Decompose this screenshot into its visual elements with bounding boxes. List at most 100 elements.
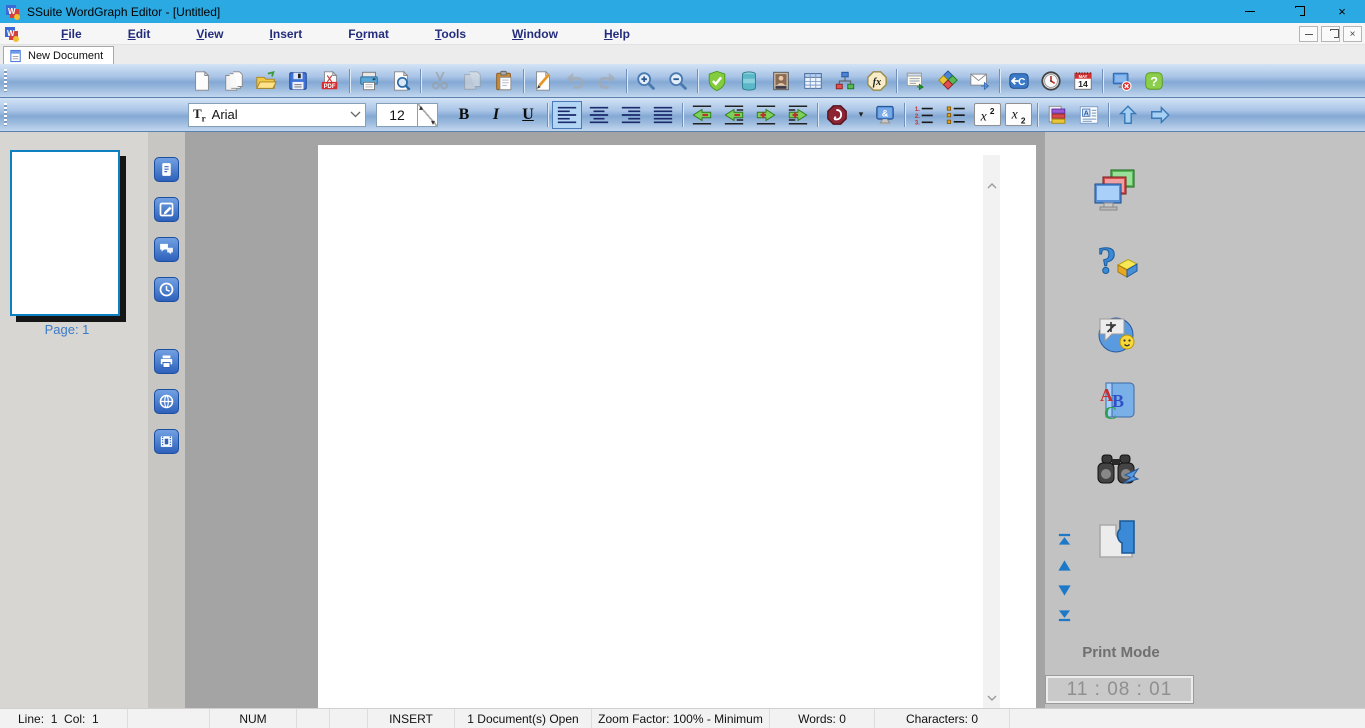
restore-button[interactable] <box>1273 0 1319 23</box>
panel-edit-button[interactable] <box>154 197 179 222</box>
close-document-button[interactable] <box>1108 68 1136 94</box>
scroll-bottom-button[interactable] <box>1056 607 1072 623</box>
toolbar-separator <box>817 102 819 127</box>
open-button[interactable] <box>252 68 280 94</box>
print-preview-icon <box>390 70 412 92</box>
paste-button[interactable] <box>490 68 518 94</box>
zoom-in-icon <box>635 70 657 92</box>
go-to-button[interactable]: C <box>1005 68 1033 94</box>
mdi-close-button[interactable]: × <box>1343 26 1362 42</box>
send-email-button[interactable] <box>966 68 994 94</box>
close-button[interactable]: × <box>1319 0 1365 23</box>
menu-file[interactable]: File <box>38 27 105 41</box>
database-button[interactable] <box>735 68 763 94</box>
minimize-button[interactable] <box>1227 0 1273 23</box>
page-next-button[interactable] <box>1146 102 1174 128</box>
subscript-button[interactable]: x2 <box>1005 103 1032 126</box>
highlight-button[interactable] <box>1043 102 1071 128</box>
increase-indent-paragraph-button[interactable] <box>784 102 812 128</box>
scrollbar-up-arrow[interactable] <box>983 177 1000 194</box>
insert-time-button[interactable] <box>1037 68 1065 94</box>
status-cell-6: 1 Document(s) Open <box>455 709 592 728</box>
page-thumbnail[interactable] <box>10 150 120 316</box>
switch-screens-button[interactable] <box>1090 165 1142 217</box>
help-about-button[interactable]: ? <box>1090 235 1142 287</box>
panel-document-button[interactable] <box>154 157 179 182</box>
special-characters-button[interactable]: & <box>871 102 899 128</box>
document-page[interactable] <box>318 145 1036 708</box>
align-right-button[interactable] <box>617 102 645 128</box>
font-size-input[interactable]: 12 <box>376 102 418 127</box>
scroll-top-button[interactable] <box>1056 531 1072 547</box>
redo-button[interactable] <box>593 68 621 94</box>
status-cell-2: NUM <box>210 709 297 728</box>
panel-web-button[interactable] <box>154 389 179 414</box>
scrollbar-down-arrow[interactable] <box>983 689 1000 706</box>
menu-view[interactable]: View <box>173 27 246 41</box>
panel-print-button[interactable] <box>154 349 179 374</box>
indent-icon <box>755 104 777 126</box>
bold-button[interactable]: B <box>450 102 478 128</box>
scroll-down-button[interactable] <box>1056 582 1072 598</box>
insert-date-button[interactable]: MAY 14 <box>1069 68 1097 94</box>
spelling-button[interactable]: ABC <box>1090 375 1142 427</box>
superscript-button[interactable]: x2 <box>974 103 1001 126</box>
mdi-minimize-button[interactable] <box>1299 26 1318 42</box>
menu-format[interactable]: Format <box>325 27 412 41</box>
increase-indent-button[interactable] <box>752 102 780 128</box>
org-chart-button[interactable] <box>831 68 859 94</box>
bullet-list-button[interactable] <box>942 102 970 128</box>
translate-button[interactable] <box>1090 305 1142 357</box>
find-button[interactable] <box>1090 445 1142 497</box>
paragraph-format-button[interactable]: A <box>1075 102 1103 128</box>
svg-text:C: C <box>1104 403 1117 423</box>
align-justify-button[interactable] <box>649 102 677 128</box>
vertical-scrollbar[interactable] <box>983 155 1000 708</box>
page-up-button[interactable] <box>1114 102 1142 128</box>
insert-image-button[interactable] <box>767 68 795 94</box>
underline-button[interactable]: U <box>514 102 542 128</box>
panel-comments-button[interactable] <box>154 237 179 262</box>
decrease-indent-paragraph-button[interactable] <box>720 102 748 128</box>
decrease-indent-button[interactable] <box>688 102 716 128</box>
spell-check-button[interactable] <box>703 68 731 94</box>
insert-shapes-button[interactable] <box>934 68 962 94</box>
help-button[interactable]: ? <box>1140 68 1168 94</box>
font-size-spinner[interactable]: ▴ ▾ <box>418 102 438 127</box>
insert-function-button[interactable]: fx <box>863 68 891 94</box>
numbered-list-button[interactable]: 1. 2. 3. <box>910 102 938 128</box>
save-button[interactable] <box>284 68 312 94</box>
menu-help[interactable]: Help <box>581 27 653 41</box>
align-center-button[interactable] <box>585 102 613 128</box>
document-copies-button[interactable] <box>220 68 248 94</box>
new-document-button[interactable] <box>188 68 216 94</box>
insert-note-button[interactable] <box>902 68 930 94</box>
font-color-caret[interactable]: ▾ <box>855 102 867 128</box>
cut-button[interactable] <box>426 68 454 94</box>
mdi-restore-button[interactable] <box>1321 26 1340 42</box>
zoom-in-button[interactable] <box>632 68 660 94</box>
panel-media-button[interactable] <box>154 429 179 454</box>
undo-button[interactable] <box>561 68 589 94</box>
tab-new-document[interactable]: New Document <box>3 46 115 64</box>
print-button[interactable] <box>355 68 383 94</box>
scroll-up-button[interactable] <box>1056 557 1072 573</box>
menu-window[interactable]: Window <box>489 27 581 41</box>
menu-insert[interactable]: Insert <box>247 27 326 41</box>
font-family-combo[interactable]: Tr Arial <box>188 102 366 127</box>
italic-button[interactable]: I <box>482 102 510 128</box>
mdi-restore-icon <box>1327 28 1339 38</box>
font-color-button[interactable] <box>823 102 851 128</box>
plugin-button[interactable] <box>1090 515 1142 567</box>
export-pdf-button[interactable]: PDF <box>316 68 344 94</box>
print-preview-button[interactable] <box>387 68 415 94</box>
copy-button[interactable] <box>458 68 486 94</box>
menu-edit[interactable]: Edit <box>105 27 174 41</box>
panel-history-button[interactable] <box>154 277 179 302</box>
highlight-layers-icon <box>1046 104 1068 126</box>
menu-tools[interactable]: Tools <box>412 27 489 41</box>
edit-button[interactable] <box>529 68 557 94</box>
align-left-button[interactable] <box>552 100 582 129</box>
insert-table-button[interactable] <box>799 68 827 94</box>
zoom-out-button[interactable] <box>664 68 692 94</box>
